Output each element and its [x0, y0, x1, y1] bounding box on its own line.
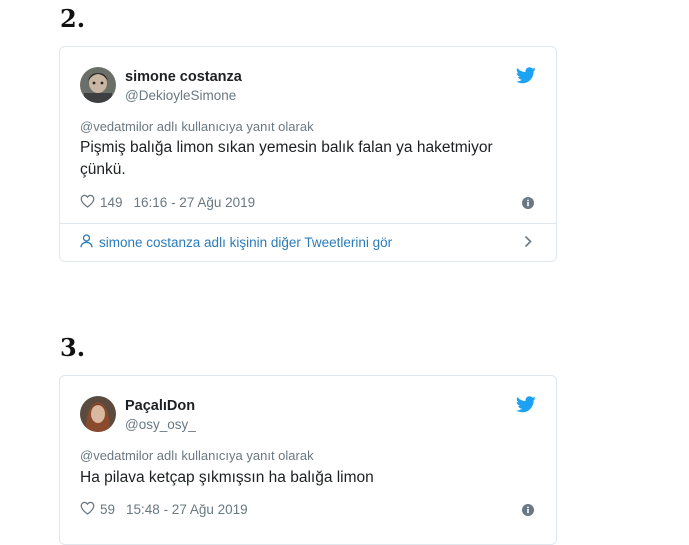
reply-context[interactable]: @vedatmilor adlı kullanıcıya yanıt olara…: [80, 448, 314, 463]
tweet-text: Ha pilava ketçap şıkmışsın ha balığa lim…: [80, 469, 374, 486]
like-count[interactable]: 59: [100, 502, 115, 517]
tweet-timestamp[interactable]: 16:16 - 27 Ağu 2019: [134, 195, 256, 210]
user-handle[interactable]: @DekioyleSimone: [125, 88, 236, 103]
embedded-tweet-card[interactable]: PaçalıDon @osy_osy_ @vedatmilor adlı kul…: [59, 375, 557, 545]
more-tweets-link[interactable]: simone costanza adlı kişinin diğer Tweet…: [80, 234, 536, 251]
avatar[interactable]: [80, 67, 116, 103]
chevron-right-icon[interactable]: [524, 235, 532, 251]
reply-context[interactable]: @vedatmilor adlı kullanıcıya yanıt olara…: [80, 119, 314, 134]
info-icon[interactable]: [522, 503, 534, 521]
twitter-bird-icon[interactable]: [516, 396, 536, 418]
display-name[interactable]: simone costanza: [125, 69, 242, 85]
list-number: 3.: [60, 333, 86, 362]
user-handle[interactable]: @osy_osy_: [125, 417, 196, 432]
avatar[interactable]: [80, 396, 116, 432]
tweet-text: Pişmiş balığa limon sıkan yemesin balık …: [80, 139, 493, 178]
heart-icon[interactable]: [80, 501, 95, 518]
display-name[interactable]: PaçalıDon: [125, 398, 195, 414]
info-icon[interactable]: [522, 196, 534, 214]
twitter-bird-icon[interactable]: [516, 67, 536, 89]
like-count[interactable]: 149: [100, 195, 123, 210]
tweet-meta: 59 15:48 - 27 Ağu 2019: [80, 501, 248, 518]
more-tweets-label[interactable]: simone costanza adlı kişinin diğer Tweet…: [99, 235, 392, 250]
embedded-tweet-card[interactable]: simone costanza @DekioyleSimone @vedatmi…: [59, 46, 557, 262]
tweet-timestamp[interactable]: 15:48 - 27 Ağu 2019: [126, 502, 248, 517]
tweet-meta: 149 16:16 - 27 Ağu 2019: [80, 194, 255, 211]
heart-icon[interactable]: [80, 194, 95, 211]
person-icon: [80, 234, 93, 251]
divider: [60, 223, 556, 224]
list-number: 2.: [60, 4, 86, 33]
